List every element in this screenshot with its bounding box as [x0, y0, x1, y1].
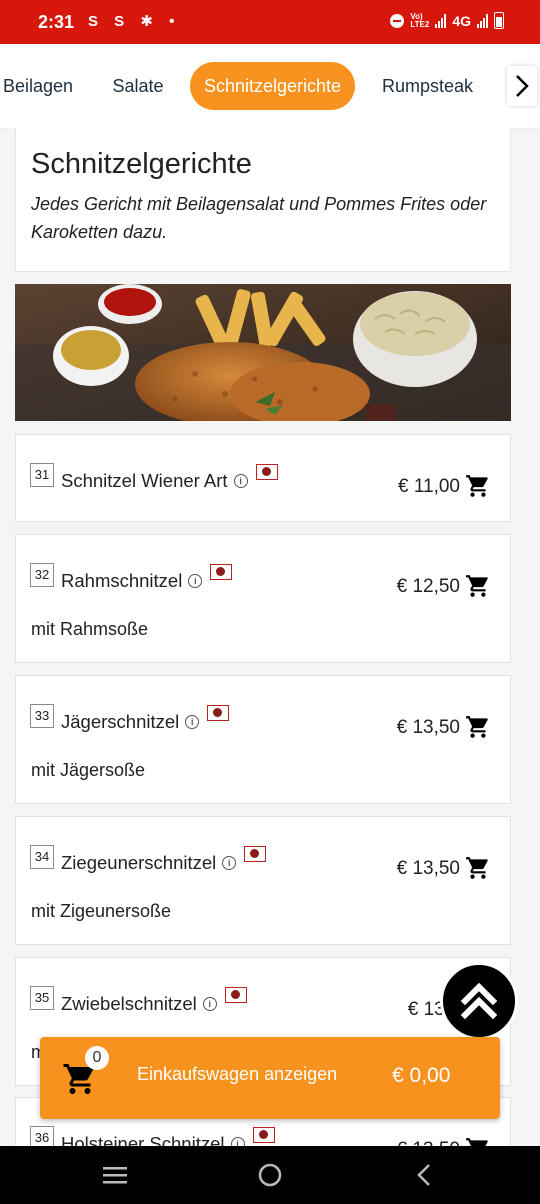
tab-rumpsteak[interactable]: Rumpsteak [370, 62, 485, 110]
recent-apps-icon[interactable] [102, 1160, 128, 1190]
scroll-to-top-button[interactable] [440, 962, 518, 1040]
japan-flag-icon [252, 1127, 275, 1143]
item-name: Ziegeunerschnitzel [61, 852, 217, 873]
item-number: 33 [30, 704, 54, 728]
item-description: mit Zigeunersoße [31, 901, 172, 921]
next-category-button[interactable] [507, 66, 537, 106]
item-price: € 11,00 [398, 476, 460, 497]
menu-item[interactable]: 32 Rahmschnitzel i € 12,50 mit Rahmsoße [15, 534, 511, 663]
item-name: Jägerschnitzel [61, 711, 180, 732]
menu-item[interactable]: 33 Jägerschnitzel i € 13,50 mit Jägersoße [15, 675, 511, 804]
signal-icon [435, 13, 447, 28]
item-number: 31 [30, 463, 54, 487]
tab-schnitzelgerichte[interactable]: Schnitzelgerichte [190, 62, 355, 110]
cart-label: Einkaufswagen anzeigen [137, 1064, 338, 1084]
system-nav-bar [0, 1146, 540, 1204]
system-icons: Vo) LTE2 4G [390, 12, 504, 29]
double-chevron-up-icon [461, 982, 497, 1020]
item-description: mit Jägersoße [31, 760, 146, 780]
category-nav: Beilagen Salate Schnitzelgerichte Rumpst… [0, 44, 540, 129]
view-cart-button[interactable]: 0 Einkaufswagen anzeigen € 0,00 [40, 1037, 500, 1119]
japan-flag-icon [210, 564, 233, 580]
item-name-row: Rahmschnitzel i [61, 564, 233, 592]
add-to-cart-icon[interactable] [464, 573, 492, 599]
item-price: € 13,50 [396, 858, 460, 879]
item-name-row: Schnitzel Wiener Art i [61, 464, 278, 492]
item-price: € 13,50 [396, 717, 460, 738]
info-icon[interactable]: i [202, 997, 217, 1012]
network-type: 4G [452, 12, 471, 29]
japan-flag-icon [224, 987, 247, 1003]
menu-item[interactable]: 34 Ziegeunerschnitzel i € 13,50 mit Zigeu… [15, 816, 511, 945]
battery-icon [494, 12, 504, 29]
info-icon[interactable]: i [185, 715, 200, 730]
section-title: Schnitzelgerichte [31, 148, 252, 180]
add-to-cart-icon[interactable] [464, 855, 492, 881]
item-name: Zwiebelschnitzel [61, 993, 197, 1014]
item-name: Rahmschnitzel [61, 570, 183, 591]
add-to-cart-icon[interactable] [464, 473, 492, 499]
section-header: Schnitzelgerichte Jedes Gericht mit Beil… [15, 128, 511, 272]
status-time: 2:31 [38, 12, 75, 32]
japan-flag-icon [207, 705, 230, 721]
item-description: mit Rahmsoße [31, 619, 149, 639]
status-bar: 2:31 S S ✱ • Vo) LTE2 4G [0, 0, 540, 44]
chevron-right-icon [516, 75, 529, 97]
japan-flag-icon [244, 846, 267, 862]
section-banner-image [15, 284, 511, 421]
signal-icon-2 [477, 13, 488, 28]
notification-icons: S S ✱ • [88, 13, 181, 30]
info-icon[interactable]: i [222, 856, 237, 871]
do-not-disturb-icon [390, 13, 405, 28]
item-name: Schnitzel Wiener Art [61, 470, 228, 491]
item-number: 34 [30, 845, 54, 869]
item-name-row: Ziegeunerschnitzel i [61, 846, 267, 874]
item-number: 32 [30, 563, 54, 587]
tab-beilagen[interactable]: Beilagen [0, 62, 78, 110]
section-subtitle: Jedes Gericht mit Beilagensalat und Pomm… [31, 194, 487, 242]
item-number: 35 [30, 986, 54, 1010]
item-name-row: Zwiebelschnitzel i [61, 987, 247, 1015]
back-icon[interactable] [414, 1160, 434, 1190]
item-name-row: Jägerschnitzel i [61, 705, 230, 733]
info-icon[interactable]: i [233, 474, 248, 489]
menu-item[interactable]: 31 Schnitzel Wiener Art i € 11,00 [15, 434, 511, 522]
add-to-cart-icon[interactable] [464, 714, 492, 740]
tab-salate[interactable]: Salate [100, 62, 176, 110]
item-price: € 12,50 [396, 576, 460, 597]
info-icon[interactable]: i [188, 574, 203, 589]
home-icon[interactable] [257, 1160, 283, 1190]
cart-count-badge: 0 [85, 1046, 109, 1070]
cart-total: € 0,00 [392, 1064, 451, 1087]
japan-flag-icon [255, 464, 278, 480]
